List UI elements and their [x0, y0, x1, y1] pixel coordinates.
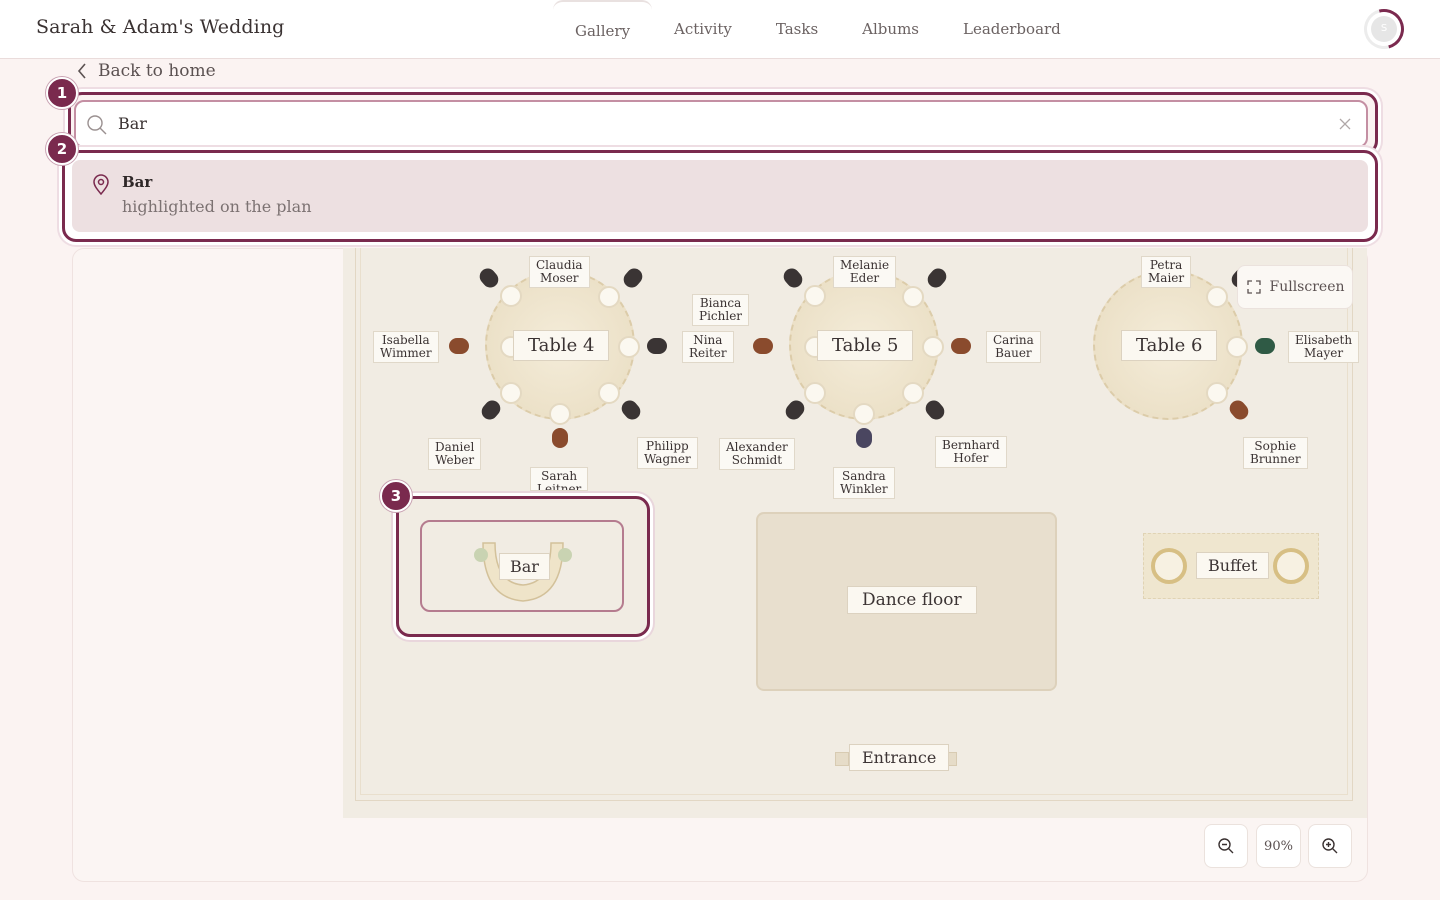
- expand-icon: [1246, 280, 1261, 294]
- guest-name-tag[interactable]: Philipp Wagner: [637, 437, 698, 469]
- place-setting: [1226, 336, 1248, 358]
- guest-figure: [552, 428, 568, 448]
- top-bar: Sarah & Adam's Wedding Gallery Activity …: [0, 0, 1440, 59]
- place-setting: [500, 285, 522, 307]
- step-badge-3: 3: [380, 480, 412, 512]
- table-label: Table 6: [1121, 330, 1218, 361]
- guest-name-tag[interactable]: Nina Reiter: [682, 331, 734, 363]
- place-setting: [549, 403, 571, 425]
- search-input[interactable]: [74, 100, 1368, 148]
- search-icon: [87, 115, 107, 135]
- dance-floor-label: Dance floor: [847, 586, 977, 614]
- table-label: Table 5: [817, 330, 914, 361]
- place-setting: [1206, 382, 1228, 404]
- place-setting: [598, 382, 620, 404]
- guest-figure: [856, 428, 872, 448]
- place-setting: [618, 336, 640, 358]
- place-setting: [804, 382, 826, 404]
- nav-albums[interactable]: Albums: [840, 0, 941, 59]
- guest-name-tag[interactable]: Melanie Eder: [833, 256, 897, 288]
- zoom-in-icon: [1322, 838, 1338, 854]
- fullscreen-label: Fullscreen: [1269, 279, 1345, 295]
- zoom-out-button[interactable]: [1204, 824, 1248, 868]
- buffet-dish: [1273, 548, 1309, 584]
- nav-activity[interactable]: Activity: [652, 0, 754, 59]
- back-to-home-link[interactable]: Back to home: [76, 59, 216, 83]
- nav-leaderboard[interactable]: Leaderboard: [941, 0, 1083, 59]
- close-icon[interactable]: [1338, 117, 1352, 131]
- guest-name-tag[interactable]: Elisabeth Mayer: [1288, 331, 1360, 363]
- guest-name-tag[interactable]: Isabella Wimmer: [373, 331, 439, 363]
- app-title[interactable]: Sarah & Adam's Wedding: [36, 16, 284, 38]
- chevron-left-icon: [77, 63, 86, 79]
- buffet-dish: [1151, 548, 1187, 584]
- fullscreen-button[interactable]: Fullscreen: [1237, 265, 1353, 309]
- guest-name-tag[interactable]: Petra Maier: [1141, 256, 1192, 288]
- step-badge-2: 2: [46, 133, 78, 165]
- step-badge-1: 1: [46, 77, 78, 109]
- avatar[interactable]: S: [1371, 16, 1397, 42]
- guest-figure: [647, 338, 667, 354]
- table-label: Table 4: [513, 330, 610, 361]
- buffet-label: Buffet: [1196, 552, 1270, 579]
- guest-name-tag[interactable]: Sophie Brunner: [1243, 437, 1308, 469]
- place-setting: [598, 286, 620, 308]
- guest-figure: [449, 338, 469, 354]
- map-pin-icon: [93, 174, 109, 196]
- place-setting: [500, 382, 522, 404]
- guest-name-tag[interactable]: Alexander Schmidt: [719, 438, 795, 470]
- place-setting: [902, 286, 924, 308]
- bar-highlight-frame: [396, 496, 650, 637]
- search-value[interactable]: Bar: [118, 114, 147, 133]
- place-setting: [902, 382, 924, 404]
- nav-gallery[interactable]: Gallery: [553, 0, 653, 59]
- place-setting: [922, 336, 944, 358]
- guest-name-tag[interactable]: Claudia Moser: [529, 256, 590, 288]
- main-nav: Gallery Activity Tasks Albums Leaderboar…: [553, 0, 1083, 59]
- place-setting: [1206, 286, 1228, 308]
- place-setting: [853, 403, 875, 425]
- entrance-label[interactable]: Entrance: [849, 744, 950, 771]
- guest-name-tag[interactable]: Carina Bauer: [986, 331, 1041, 363]
- zoom-level: 90%: [1256, 824, 1301, 868]
- entrance-wing: [835, 752, 849, 766]
- guest-name-tag[interactable]: Sandra Winkler: [833, 467, 895, 499]
- zoom-in-button[interactable]: [1308, 824, 1352, 868]
- search-result-title: Bar: [122, 173, 153, 191]
- guest-name-tag[interactable]: Bianca Pichler: [692, 294, 750, 326]
- place-setting: [804, 285, 826, 307]
- guest-figure: [951, 338, 971, 354]
- guest-name-tag[interactable]: Bernhard Hofer: [935, 436, 1007, 468]
- search-result-item[interactable]: [72, 160, 1368, 232]
- nav-tasks[interactable]: Tasks: [754, 0, 840, 59]
- back-label: Back to home: [98, 61, 216, 81]
- guest-name-tag[interactable]: Daniel Weber: [428, 438, 482, 470]
- search-result-subtitle: highlighted on the plan: [122, 197, 312, 216]
- guest-name-tag[interactable]: Sarah Leitner: [530, 467, 589, 491]
- guest-figure: [753, 338, 773, 354]
- zoom-out-icon: [1218, 838, 1234, 854]
- guest-figure: [1255, 338, 1275, 354]
